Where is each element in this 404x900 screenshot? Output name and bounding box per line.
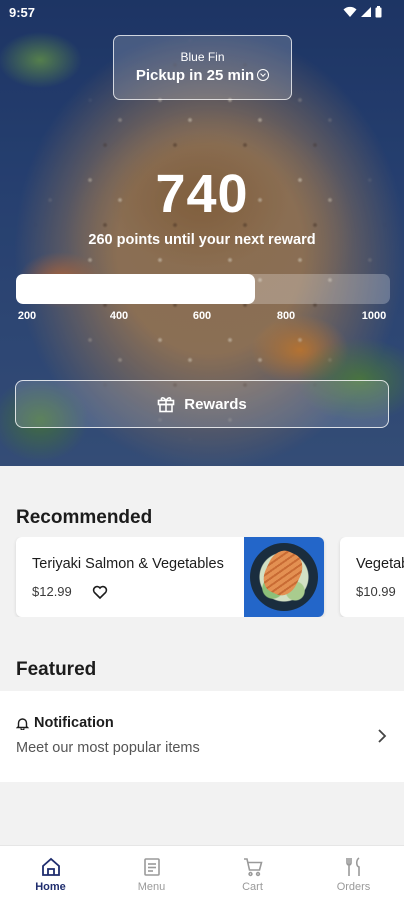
battery-icon [375, 6, 382, 18]
progress-tick: 400 [109, 310, 129, 322]
store-name: Blue Fin [180, 50, 225, 64]
chevron-down-icon [257, 69, 270, 81]
progress-tick: 200 [17, 310, 37, 322]
bottom-navigation: Home Menu Cart Orders [0, 845, 404, 900]
featured-heading: Featured [16, 659, 97, 680]
points-caption: 260 points until your next reward [88, 232, 316, 248]
recommended-carousel[interactable]: Teriyaki Salmon & Vegetables $12.99 Vege… [0, 537, 404, 617]
home-icon [41, 857, 60, 876]
nav-menu-label: Menu [137, 881, 166, 893]
rewards-button-label: Rewards [184, 395, 247, 413]
points-balance: 740 [155, 164, 249, 224]
hero-banner: 9:57 Blue Fin Pickup in 25 min 740 260 p… [0, 0, 404, 466]
status-time: 9:57 [9, 5, 36, 20]
featured-card-title: Notification [16, 715, 114, 731]
item-name: Teriyaki Salmon & Vegetables [32, 556, 224, 572]
nav-orders[interactable]: Orders [303, 846, 404, 900]
recommended-item-card[interactable]: Vegetable Bowl $10.99 [340, 537, 404, 617]
progress-tick: 600 [192, 310, 212, 322]
signal-icon [361, 7, 371, 17]
progress-tick: 1000 [361, 310, 387, 322]
points-progress-bar [16, 274, 390, 304]
pickup-time: Pickup in 25 min [114, 67, 291, 84]
nav-home-label: Home [35, 881, 66, 893]
bell-icon [16, 717, 29, 730]
pickup-selector[interactable]: Blue Fin Pickup in 25 min [113, 35, 292, 100]
nav-orders-label: Orders [336, 881, 371, 893]
nav-cart[interactable]: Cart [202, 846, 303, 900]
featured-card-subtitle: Meet our most popular items [16, 740, 200, 756]
item-price: $12.99 [32, 584, 72, 599]
nav-menu[interactable]: Menu [101, 846, 202, 900]
featured-card-title-text: Notification [34, 715, 114, 731]
pickup-time-label: Pickup in 25 min [135, 67, 255, 84]
nav-cart-label: Cart [242, 881, 263, 893]
heart-icon[interactable] [92, 584, 108, 600]
orders-icon [345, 857, 360, 876]
recommended-item-card[interactable]: Teriyaki Salmon & Vegetables $12.99 [16, 537, 324, 617]
item-name: Vegetable Bowl [356, 556, 404, 572]
wifi-icon [343, 6, 357, 17]
status-bar: 9:57 [0, 0, 404, 26]
status-icons [343, 6, 382, 18]
progress-tick: 800 [276, 310, 296, 322]
featured-notification-card[interactable]: Notification Meet our most popular items [0, 691, 404, 782]
cart-icon [243, 858, 263, 877]
chevron-right-icon [378, 729, 387, 743]
nav-home[interactable]: Home [0, 846, 101, 900]
points-progress-fill [16, 274, 256, 304]
recommended-heading: Recommended [16, 507, 153, 528]
gift-icon [157, 397, 175, 413]
menu-icon [143, 858, 160, 876]
item-price: $10.99 [356, 584, 396, 599]
rewards-button[interactable]: Rewards [15, 380, 389, 428]
item-image [244, 537, 324, 617]
